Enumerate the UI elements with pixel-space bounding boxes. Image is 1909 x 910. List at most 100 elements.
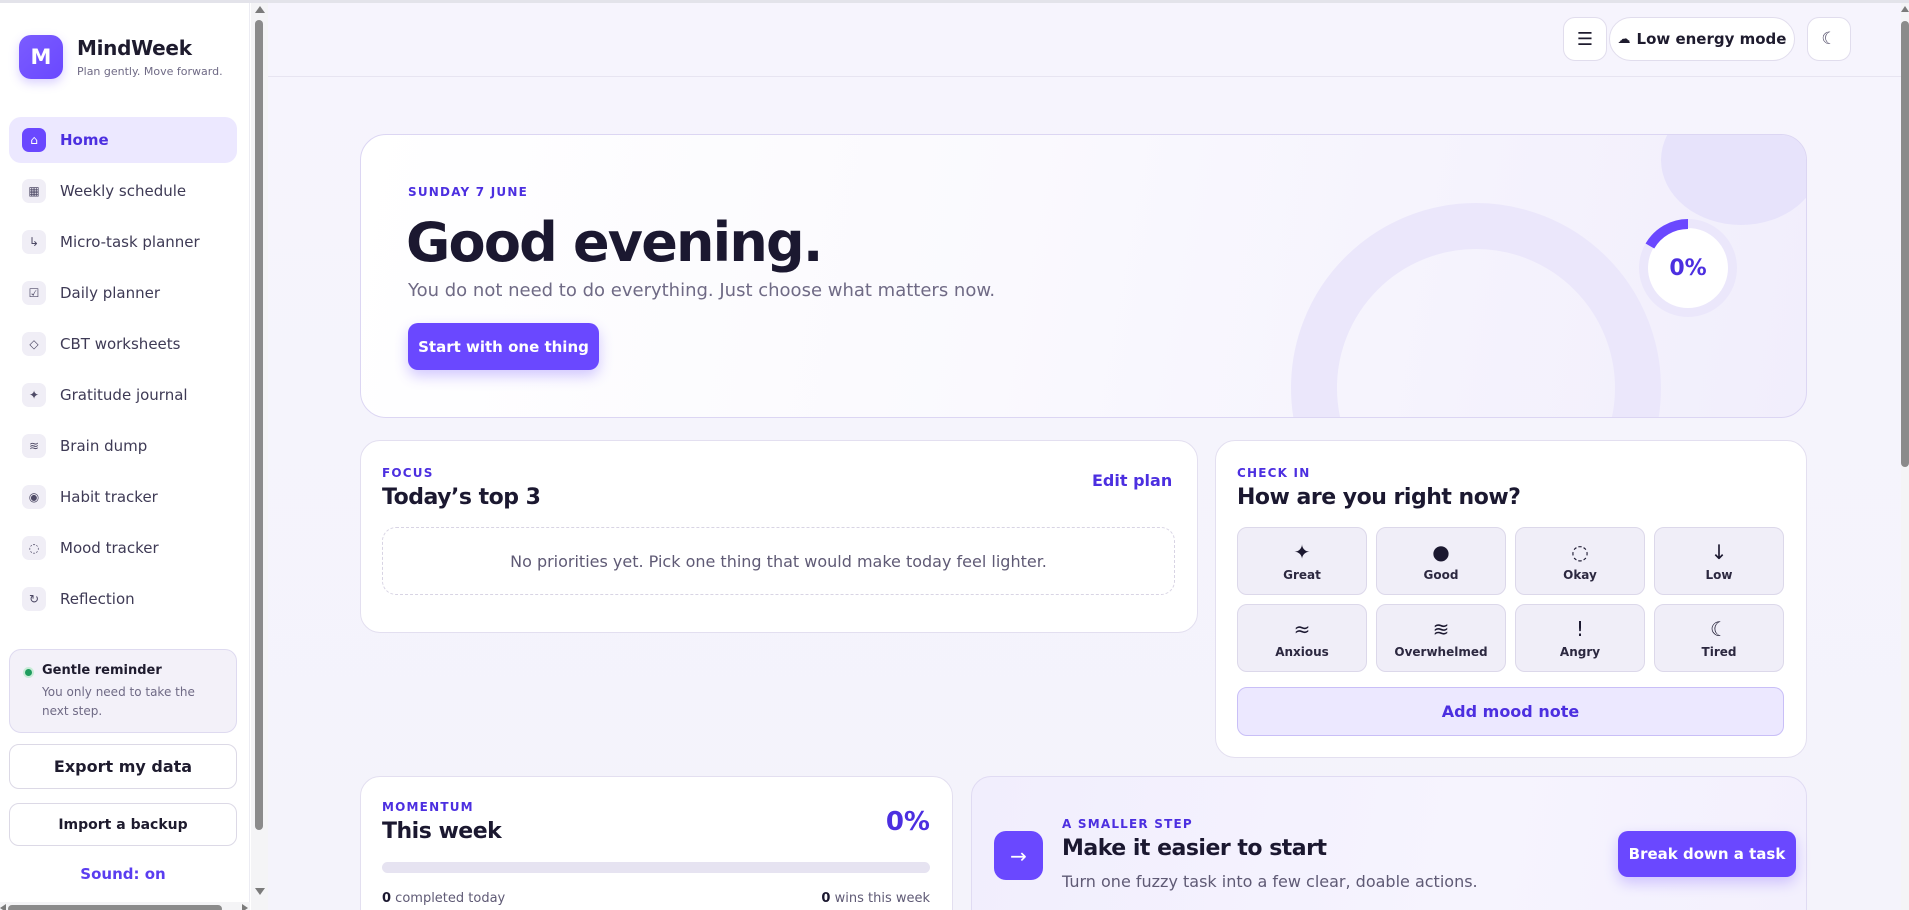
completed-today-stat: 0 completed today xyxy=(382,891,505,906)
sidebar-item-label: CBT worksheets xyxy=(60,335,181,353)
sound-toggle[interactable]: Sound: on xyxy=(9,865,237,883)
completed-text: completed today xyxy=(391,891,506,906)
mood-option-good[interactable]: ● Good xyxy=(1376,527,1506,595)
brand-tagline: Plan gently. Move forward. xyxy=(77,65,223,78)
mood-label: Tired xyxy=(1701,645,1737,659)
hero-card: SUNDAY 7 JUNE Good evening. You do not n… xyxy=(360,134,1807,418)
moon-icon: ☾ xyxy=(1821,29,1837,49)
mood-option-tired[interactable]: ☾ Tired xyxy=(1654,604,1784,672)
sidebar-item-gratitude-journal[interactable]: ✦ Gratitude journal xyxy=(9,372,237,418)
momentum-kicker: MOMENTUM xyxy=(382,800,474,814)
mood-tired-icon: ☾ xyxy=(1710,617,1728,641)
scroll-right-arrow-icon[interactable] xyxy=(242,904,248,910)
mood-option-angry[interactable]: ! Angry xyxy=(1515,604,1645,672)
import-backup-button[interactable]: Import a backup xyxy=(9,803,237,846)
cloud-icon: ☁ xyxy=(1617,31,1631,47)
menu-button[interactable]: ☰ xyxy=(1563,17,1607,61)
mood-option-okay[interactable]: ◌ Okay xyxy=(1515,527,1645,595)
sidebar-item-label: Habit tracker xyxy=(60,488,158,506)
mood-option-great[interactable]: ✦ Great xyxy=(1237,527,1367,595)
add-mood-note-button[interactable]: Add mood note xyxy=(1237,687,1784,736)
start-one-thing-button[interactable]: Start with one thing xyxy=(408,323,599,370)
break-down-task-button[interactable]: Break down a task xyxy=(1618,831,1796,877)
mood-option-low[interactable]: ↓ Low xyxy=(1654,527,1784,595)
mood-great-icon: ✦ xyxy=(1293,540,1311,564)
mood-low-icon: ↓ xyxy=(1710,540,1728,564)
sidebar-item-home[interactable]: ⌂ Home xyxy=(9,117,237,163)
check-in-card: CHECK IN How are you right now? ✦ Great ● G… xyxy=(1215,440,1807,758)
scroll-down-arrow-icon[interactable] xyxy=(255,888,265,895)
sparkle-icon: ✦ xyxy=(22,383,46,407)
subtask-arrow-icon: ↳ xyxy=(22,230,46,254)
smaller-step-card: → A SMALLER STEP Make it easier to start… xyxy=(971,776,1807,910)
scroll-left-arrow-icon[interactable] xyxy=(0,904,6,910)
low-energy-mode-label: Low energy mode xyxy=(1636,30,1787,48)
diamond-icon: ◇ xyxy=(22,332,46,356)
sidebar-item-label: Reflection xyxy=(60,590,135,608)
sidebar-item-mood-tracker[interactable]: ◌ Mood tracker xyxy=(9,525,237,571)
hero-date: SUNDAY 7 JUNE xyxy=(408,185,528,199)
sidebar-item-weekly-schedule[interactable]: ▦ Weekly schedule xyxy=(9,168,237,214)
mood-label: Angry xyxy=(1559,645,1601,659)
sidebar-nav: ⌂ Home ▦ Weekly schedule ↳ Micro-task planner… xyxy=(9,117,237,627)
page-vertical-scrollbar[interactable] xyxy=(1901,3,1909,910)
momentum-card: MOMENTUM This week 0% 0 completed today … xyxy=(360,776,953,910)
sidebar-item-label: Gratitude journal xyxy=(60,386,188,404)
mood-overwhelmed-icon: ≋ xyxy=(1432,617,1450,641)
sidebar-item-brain-dump[interactable]: ≋ Brain dump xyxy=(9,423,237,469)
waves-icon: ≋ xyxy=(22,434,46,458)
sidebar-item-label: Micro-task planner xyxy=(60,233,200,251)
arrow-right-icon: → xyxy=(994,831,1043,880)
main-content: ☰ ☁ Low energy mode ☾ SUNDAY 7 JUNE Good… xyxy=(268,3,1901,910)
hamburger-icon: ☰ xyxy=(1576,28,1594,50)
daily-progress-label: 0% xyxy=(1669,255,1707,281)
mood-good-icon: ● xyxy=(1432,540,1450,564)
edit-plan-link[interactable]: Edit plan xyxy=(1092,471,1172,490)
mood-label: Anxious xyxy=(1275,645,1329,659)
sidebar-item-daily-planner[interactable]: ☑ Daily planner xyxy=(9,270,237,316)
sidebar-item-label: Brain dump xyxy=(60,437,148,455)
smaller-step-title: Make it easier to start xyxy=(1062,836,1327,861)
completed-count: 0 xyxy=(382,891,392,906)
brand[interactable]: M MindWeek Plan gently. Move forward. xyxy=(19,35,223,79)
mood-label: Overwhelmed xyxy=(1394,645,1488,659)
mood-label: Low xyxy=(1705,568,1733,582)
sidebar-horizontal-scrollbar[interactable] xyxy=(0,902,250,910)
smaller-step-subtitle: Turn one fuzzy task into a few clear, do… xyxy=(1062,872,1478,891)
target-icon: ◉ xyxy=(22,485,46,509)
theme-toggle-button[interactable]: ☾ xyxy=(1807,17,1851,61)
sidebar-item-habit-tracker[interactable]: ◉ Habit tracker xyxy=(9,474,237,520)
wins-text: wins this week xyxy=(830,891,930,906)
sidebar-item-cbt-worksheets[interactable]: ◇ CBT worksheets xyxy=(9,321,237,367)
circle-outline-icon: ◌ xyxy=(22,536,46,560)
mood-label: Good xyxy=(1423,568,1459,582)
scroll-up-arrow-icon[interactable] xyxy=(255,6,265,13)
sidebar: M MindWeek Plan gently. Move forward. ⌂ H… xyxy=(0,3,250,910)
sidebar-vertical-scrollbar[interactable] xyxy=(251,3,268,910)
mood-option-overwhelmed[interactable]: ≋ Overwhelmed xyxy=(1376,604,1506,672)
brand-name: MindWeek xyxy=(77,36,192,60)
sidebar-item-reflection[interactable]: ↻ Reflection xyxy=(9,576,237,622)
scrollbar-thumb[interactable] xyxy=(255,20,263,830)
scrollbar-thumb[interactable] xyxy=(1901,21,1909,467)
gentle-reminder-card: Gentle reminder You only need to take th… xyxy=(9,649,237,733)
sidebar-item-micro-task-planner[interactable]: ↳ Micro-task planner xyxy=(9,219,237,265)
scrollbar-thumb[interactable] xyxy=(8,905,222,910)
export-data-button[interactable]: Export my data xyxy=(9,744,237,789)
sidebar-item-label: Home xyxy=(60,131,109,149)
mood-anxious-icon: ≈ xyxy=(1293,617,1311,641)
momentum-progress-bar xyxy=(382,862,930,873)
checkin-kicker: CHECK IN xyxy=(1237,466,1311,480)
sidebar-item-label: Daily planner xyxy=(60,284,161,302)
status-dot-icon xyxy=(23,667,34,678)
calendar-grid-icon: ▦ xyxy=(22,179,46,203)
decorative-blob xyxy=(1661,135,1806,225)
checkin-title: How are you right now? xyxy=(1237,485,1521,510)
momentum-title: This week xyxy=(382,819,502,844)
low-energy-mode-button[interactable]: ☁ Low energy mode xyxy=(1609,17,1795,61)
sidebar-item-label: Mood tracker xyxy=(60,539,159,557)
decorative-ring xyxy=(1291,203,1661,417)
scroll-up-arrow-icon[interactable] xyxy=(1901,6,1909,12)
mood-option-anxious[interactable]: ≈ Anxious xyxy=(1237,604,1367,672)
home-icon: ⌂ xyxy=(22,128,46,152)
